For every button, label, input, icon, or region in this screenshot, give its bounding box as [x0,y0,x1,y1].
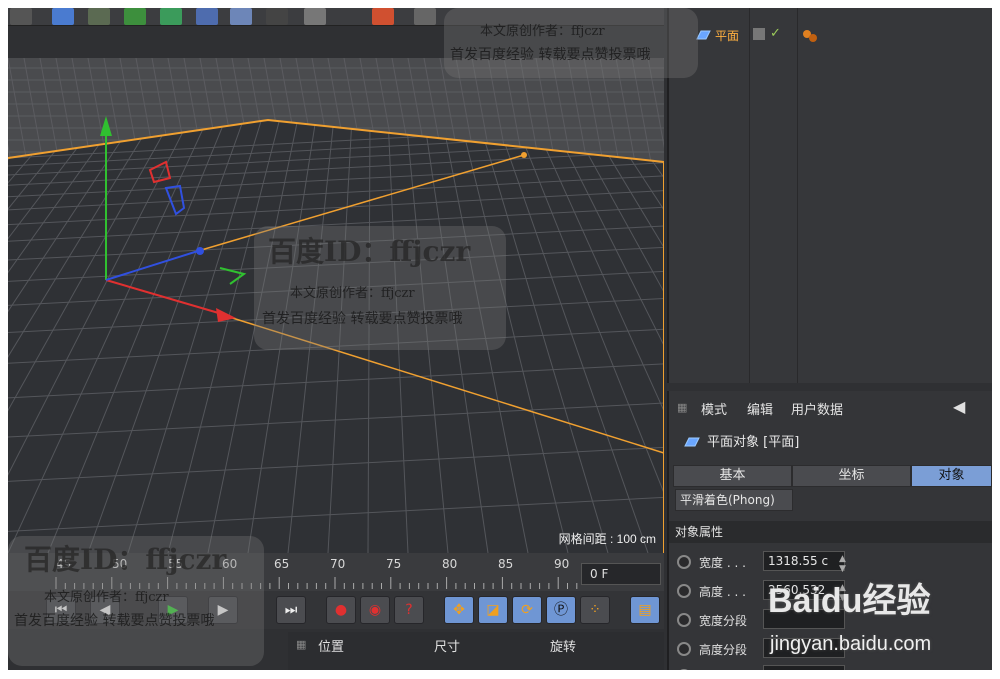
layer-icon[interactable] [753,28,765,40]
menu-mode[interactable]: 模式 [701,399,727,418]
watermark-author: 本文原创作者：ffjczr [290,286,415,301]
attribute-manager: ▦ 模式 编辑 用户数据 ◀ 平面对象 [平面] 基本 坐标 对象 平滑着色(P… [667,391,992,670]
plane-object-icon [684,437,700,447]
prop-orientation: 方向 +Y [677,665,987,670]
baidu-url: jingyan.baidu.com [770,633,932,655]
go-to-end-icon[interactable]: ⏭ [276,596,306,624]
menu-edit[interactable]: 编辑 [747,399,773,418]
grid-spacing-label: 网格间距 : 100 cm [558,532,656,546]
animate-radio[interactable] [677,642,691,656]
nurbs-icon[interactable] [124,8,146,25]
watermark-id: 百度ID：ffjczr [24,543,227,576]
param-key-icon[interactable]: Ⓟ [546,596,576,624]
cinema4d-window: 网格间距 : 100 cm 平面 ✓ ▦ 模式 编辑 用户数据 ◀ 平面对象 [… [8,8,992,670]
prop-label: 宽度分段 [699,614,748,628]
tag-icon[interactable] [414,8,436,25]
object-manager: 平面 ✓ [667,8,992,383]
tab-object[interactable]: 对象 [911,465,992,487]
z-axis-handle[interactable] [196,247,204,255]
deformer-icon[interactable] [196,8,218,25]
watermark-top: 本文原创作者：ffjczr 首发百度经验 转载要点赞投票哦 [444,8,698,78]
attribute-tabs: 基本 坐标 对象 [673,465,992,487]
auto-key-icon[interactable]: ◉ [360,596,390,624]
floor-icon[interactable] [230,8,252,25]
prop-label: 宽度 . . . [699,556,746,570]
move-key-icon[interactable]: ✥ [444,596,474,624]
render-view-icon[interactable] [10,8,32,25]
column-divider [749,8,750,383]
watermark-id: 百度ID：ffjczr [268,235,471,268]
coordinates-panel: ▦ 位置 尺寸 旋转 [288,632,664,670]
checkmark-icon[interactable]: ✓ [770,26,781,41]
record-key-icon[interactable]: ● [326,596,356,624]
baidu-logo: Baidu经验 [768,582,931,620]
watermark-center: 百度ID：ffjczr 本文原创作者：ffjczr 首发百度经验 转载要点赞投票… [254,226,506,350]
spinner-icon[interactable]: ▲ ▼ [839,554,846,574]
prop-label: 高度分段 [699,643,748,657]
animate-radio[interactable] [677,669,691,670]
object-row[interactable]: 平面 ✓ [669,26,992,44]
watermark-notice: 首发百度经验 转载要点赞投票哦 [450,47,651,63]
light-icon[interactable] [304,8,326,25]
tab-phong[interactable]: 平滑着色(Phong) [675,489,793,511]
paint-icon[interactable] [372,8,394,25]
coord-rotation-header: 旋转 [550,640,577,655]
pla-key-icon[interactable]: ⁘ [580,596,610,624]
spline-icon[interactable] [88,8,110,25]
tick-label: 75 [386,557,402,571]
tick-label: 80 [442,557,458,571]
tick-label: 90 [554,557,570,571]
animate-radio[interactable] [677,555,691,569]
watermark-notice: 首发百度经验 转载要点赞投票哦 [262,311,463,327]
rotate-key-icon[interactable]: ⟳ [512,596,542,624]
orientation-select[interactable]: +Y [763,665,845,670]
watermark-notice: 首发百度经验 转载要点赞投票哦 [14,613,215,629]
key-help-icon[interactable]: ? [394,596,424,624]
attribute-menu-bar: ▦ 模式 编辑 用户数据 ◀ [669,395,992,418]
section-object-properties: 对象属性 [669,521,992,543]
timeline-window-icon[interactable]: ▤ [630,596,660,624]
width-field[interactable]: 1318.55 c [763,551,845,571]
camera-icon[interactable] [266,8,288,25]
watermark-bottom-left: 百度ID：ffjczr 本文原创作者：ffjczr 首发百度经验 转载要点赞投票… [8,536,264,666]
grip-icon[interactable]: ▦ [677,401,687,414]
coord-position-header: 位置 [318,640,345,655]
tick-label: 85 [498,557,514,571]
watermark-author: 本文原创作者：ffjczr [480,24,605,39]
tab-coordinates[interactable]: 坐标 [792,465,911,487]
cube-icon[interactable] [52,8,74,25]
menu-user-data[interactable]: 用户数据 [791,399,843,418]
scale-key-icon[interactable]: ◪ [478,596,508,624]
material-tag-icon-2[interactable] [809,34,817,42]
animate-radio[interactable] [677,584,691,598]
pen-tool-icon[interactable] [340,8,362,25]
back-arrow-icon[interactable]: ◀ [953,397,965,416]
grip-icon[interactable]: ▦ [296,638,306,651]
column-divider [797,8,798,383]
attribute-object-title: 平面对象 [平面] [707,435,800,450]
width-handle-point[interactable] [521,152,527,158]
animate-radio[interactable] [677,613,691,627]
tab-basic[interactable]: 基本 [673,465,792,487]
coord-size-header: 尺寸 [434,640,461,655]
current-frame-field[interactable]: 0 F [581,563,661,585]
prop-label: 方向 [699,668,723,670]
array-icon[interactable] [160,8,182,25]
prop-label: 高度 . . . [699,585,746,599]
watermark-author: 本文原创作者：ffjczr [44,590,169,605]
object-name[interactable]: 平面 [715,27,739,44]
prop-width: 宽度 . . . 1318.55 c ▲ ▼ [677,551,987,574]
tick-label: 70 [330,557,346,571]
tick-label: 65 [274,557,290,571]
